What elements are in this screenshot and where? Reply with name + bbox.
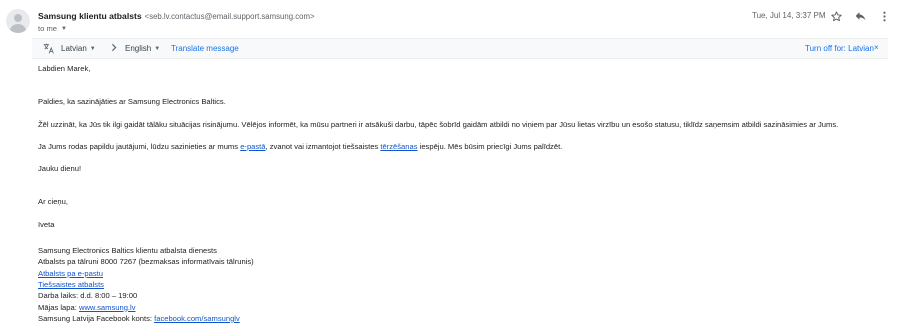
translate-bar: Latvian ▼ English ▼ Translate message Turn… (32, 38, 888, 59)
homepage-label: Mājas lapa: (38, 302, 77, 312)
star-icon[interactable] (829, 9, 843, 23)
signature-hours: Darba laiks: d.d. 8:00 – 19:00 (38, 291, 138, 301)
chevron-down-icon[interactable]: ▼ (61, 26, 67, 32)
signature-facebook: Samsung Latvija Facebook konts: facebook… (38, 313, 888, 324)
reply-icon[interactable] (853, 9, 867, 23)
good-day-line: Jauku dienu! (38, 164, 82, 174)
contact-suffix: iespēju. Mēs būsim priecīgi Jums palīdzē… (419, 141, 563, 151)
signature-email-link[interactable]: Atbalsts pa e-pastu (38, 269, 103, 278)
source-language-label: Latvian (61, 44, 87, 53)
homepage-link[interactable]: www.samsung.lv (79, 303, 136, 312)
target-language-label: English (125, 44, 152, 53)
close-icon[interactable]: × (874, 43, 879, 52)
regret-paragraph: Žēl uzzināt, ka Jūs tik ilgi gaidāt tālā… (38, 119, 839, 129)
sender-email: <seb.lv.contactus@email.support.samsung.… (144, 12, 315, 21)
signature-homepage: Mājas lapa: www.samsung.lv (38, 302, 888, 313)
greeting: Labdien Marek, (38, 64, 91, 73)
to-label: to me (38, 24, 57, 33)
source-language-select[interactable]: Latvian ▼ (61, 44, 96, 53)
contact-paragraph: Ja Jums rodas papildu jautājumi, lūdzu s… (38, 141, 888, 152)
avatar-body (10, 24, 26, 33)
translate-icon (42, 42, 55, 57)
contact-email-link[interactable]: e-pastā (240, 142, 265, 151)
sender-avatar[interactable] (6, 9, 30, 33)
signature-phone: Atbalsts pa tālruni 8000 7267 (bezmaksas… (38, 257, 254, 267)
regards-line: Ar cieņu, (38, 197, 68, 207)
sender-line: Samsung klientu atbalsts <seb.lv.contactu… (38, 11, 315, 21)
signature-company: Samsung Electronics Baltics klientu atba… (38, 246, 217, 256)
avatar-head (14, 14, 22, 22)
contact-prefix: Ja Jums rodas papildu jautājumi, lūdzu s… (38, 141, 239, 151)
facebook-label: Samsung Latvija Facebook konts: (38, 313, 152, 323)
message-date: Tue, Jul 14, 3:37 PM (752, 11, 826, 20)
message-body: Labdien Marek, Paldies, ka sazinājāties … (38, 63, 888, 324)
more-vert-icon[interactable] (877, 9, 891, 23)
facebook-link[interactable]: facebook.com/samsunglv (154, 314, 240, 323)
chevron-down-icon: ▼ (154, 45, 161, 52)
target-language-select[interactable]: English ▼ (125, 44, 160, 53)
turn-off-translation-link[interactable]: Turn off for: Latvian (805, 44, 874, 53)
arrow-right-icon (110, 43, 118, 54)
sender-signature-name: Iveta (38, 219, 55, 229)
chevron-down-icon: ▼ (89, 45, 96, 52)
sender-name[interactable]: Samsung klientu atbalsts (38, 11, 142, 21)
translate-message-link[interactable]: Translate message (171, 44, 239, 53)
signature-chat-link[interactable]: Tiešsaistes atbalsts (38, 280, 104, 289)
contact-chat-link[interactable]: tērzēšanas (380, 142, 417, 151)
recipient-line[interactable]: to me ▼ (38, 24, 67, 33)
contact-middle: , zvanot vai izmantojot tiešsaistes (265, 141, 379, 151)
thanks-paragraph: Paldies, ka sazinājāties ar Samsung Elec… (38, 97, 226, 107)
